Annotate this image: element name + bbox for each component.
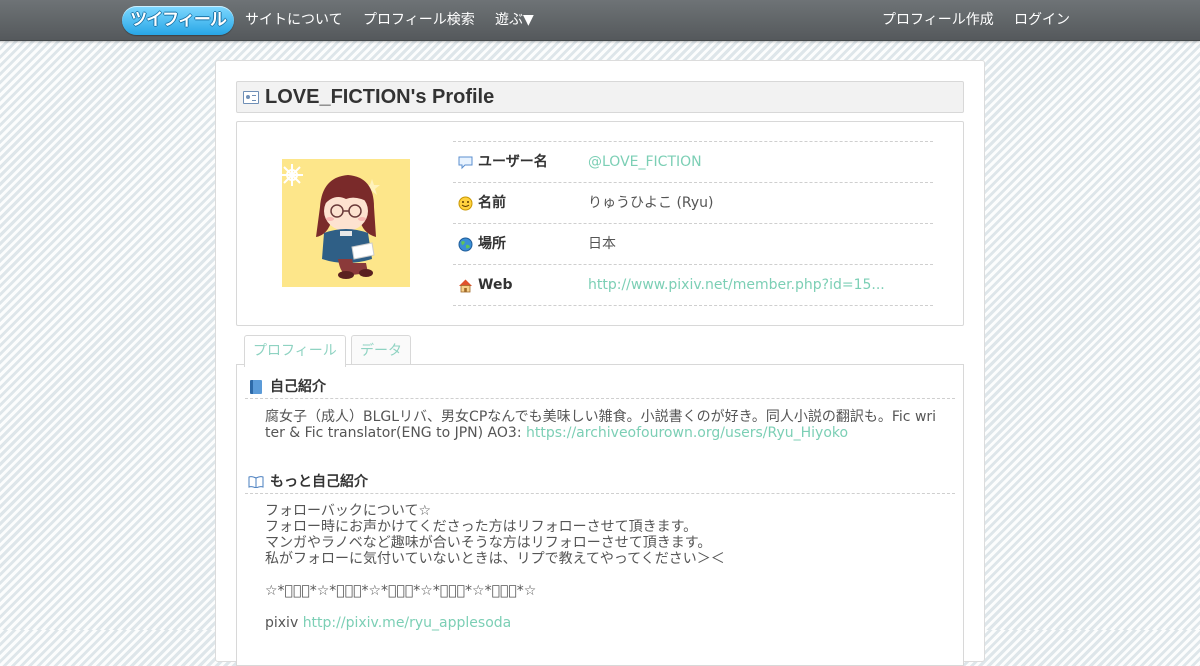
bio-heading: 自己紹介 <box>270 379 326 395</box>
location-label: 場所 <box>478 236 506 252</box>
pixiv-link[interactable]: http://pixiv.me/ryu_applesoda <box>303 615 512 631</box>
bio-text: 腐女子（成人）BLGLリバ、男女CPなんでも美味しい雑食。小説書くのが好き。同人… <box>265 409 937 441</box>
more-line-3: マンガやラノベなど趣味が合いそうな方はリフォローさせて頂きます。 <box>265 535 712 551</box>
page-title: LOVE_FICTION's Profile <box>265 86 495 108</box>
location-value: 日本 <box>588 236 616 252</box>
avatar[interactable] <box>282 159 410 287</box>
top-navigation-bar: ツイフィール サイトについて プロフィール検索 遊ぶ▼ プロフィール作成 ログイ… <box>0 0 1200 41</box>
avatar-illustration <box>282 159 410 287</box>
more-line-1: フォローバックについて☆ <box>265 503 431 519</box>
open-book-icon <box>248 476 264 488</box>
web-label: Web <box>478 277 513 293</box>
nav-create-profile[interactable]: プロフィール作成 <box>882 0 994 40</box>
pixiv-label: pixiv <box>265 615 303 631</box>
smiley-icon <box>458 196 473 211</box>
pixiv-line: pixiv http://pixiv.me/ryu_applesoda <box>265 615 937 631</box>
bio-line-2-text: ter & Fic translator(ENG to JPN) AO3: <box>265 425 526 441</box>
tab-profile[interactable]: プロフィール <box>244 335 346 367</box>
more-heading: もっと自己紹介 <box>270 474 368 490</box>
info-row-username: ユーザー名 @LOVE_FICTION <box>453 142 933 183</box>
more-line-7 <box>265 599 937 615</box>
bio-section-header: 自己紹介 <box>245 376 955 399</box>
name-value: りゅうひよこ (Ryu) <box>588 195 714 211</box>
nav-play-dropdown[interactable]: 遊ぶ▼ <box>495 0 534 40</box>
web-link[interactable]: http://www.pixiv.net/member.php?id=15... <box>588 265 885 305</box>
username-label: ユーザー名 <box>478 154 548 170</box>
info-row-location: 場所 日本 <box>453 224 933 265</box>
nav-profile-search[interactable]: プロフィール検索 <box>363 0 475 40</box>
info-row-name: 名前 りゅうひよこ (Ryu) <box>453 183 933 224</box>
ao3-link[interactable]: https://archiveofourown.org/users/Ryu_Hi… <box>526 425 848 441</box>
speech-bubble-icon <box>458 156 473 170</box>
more-line-6: ☆*ﾟ゜ﾟ*☆*ﾟ゜ﾟ*☆*ﾟ゜ﾟ*☆*ﾟ゜ﾟ*☆*ﾟ゜ﾟ*☆ <box>265 583 537 599</box>
tab-data[interactable]: データ <box>351 335 411 366</box>
username-value[interactable]: @LOVE_FICTION <box>588 142 702 182</box>
nav-about[interactable]: サイトについて <box>245 0 343 40</box>
book-icon <box>250 380 262 394</box>
house-icon <box>459 279 472 293</box>
more-line-2: フォロー時にお声かけてくださった方はリフォローさせて頂きます。 <box>265 519 698 535</box>
bio-line-1: 腐女子（成人）BLGLリバ、男女CPなんでも美味しい雑食。小説書くのが好き。同人… <box>265 409 937 425</box>
id-card-icon <box>243 91 259 104</box>
more-line-5 <box>265 567 937 583</box>
site-logo[interactable]: ツイフィール <box>122 6 234 35</box>
globe-icon <box>458 237 473 252</box>
bio-line-2: ter & Fic translator(ENG to JPN) AO3: ht… <box>265 425 937 441</box>
more-line-4: 私がフォローに気付いていないときは、リプで教えてやってください＞＜ <box>265 551 725 567</box>
info-row-web: Web http://www.pixiv.net/member.php?id=1… <box>453 265 933 306</box>
name-label: 名前 <box>478 195 506 211</box>
profile-header: LOVE_FICTION's Profile <box>236 81 964 113</box>
more-section-header: もっと自己紹介 <box>245 471 955 494</box>
more-text: フォローバックについて☆ フォロー時にお声かけてくださった方はリフォローさせて頂… <box>265 503 937 631</box>
profile-info-table: ユーザー名 @LOVE_FICTION 名前 りゅうひよこ (Ryu) 場所 日… <box>453 141 933 306</box>
nav-login[interactable]: ログイン <box>1014 0 1070 40</box>
